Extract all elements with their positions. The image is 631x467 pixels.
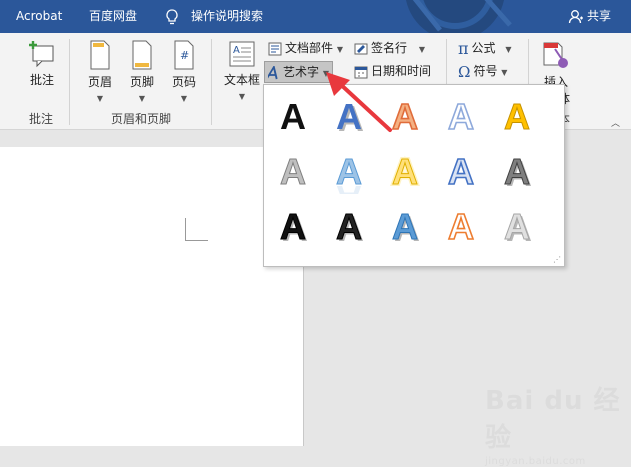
resize-grip-icon[interactable]: ⋰ <box>553 255 561 264</box>
comment-label: 批注 <box>29 73 54 87</box>
svg-text:A: A <box>448 206 474 247</box>
footer-button[interactable]: 页脚 ▼ <box>122 39 162 104</box>
collapse-ribbon-icon[interactable]: ︿ <box>611 116 620 129</box>
symbol-label: 符号 <box>473 64 498 78</box>
insert-object-icon <box>543 42 568 68</box>
svg-text:A: A <box>504 96 530 137</box>
textbox-label: 文本框 <box>223 73 260 87</box>
watermark: Bai du 经验 jingyan.baidu.com <box>485 380 631 467</box>
wordart-style-10[interactable]: AA <box>494 148 540 195</box>
wordart-label: 艺术字 <box>283 65 320 79</box>
insert-object-button[interactable]: 插入 <box>538 39 574 90</box>
page-number-icon: # <box>174 40 194 70</box>
wordart-style-8[interactable]: AA <box>382 148 428 194</box>
header-icon <box>90 40 110 70</box>
person-icon <box>568 10 583 24</box>
svg-text:A: A <box>392 151 418 192</box>
lightbulb-icon <box>166 9 178 25</box>
svg-text:A: A <box>280 151 306 192</box>
title-bar: Acrobat 百度网盘 操作说明搜索 共享 <box>0 0 631 33</box>
annotation-arrow <box>326 72 392 132</box>
chevron-down-icon: ▼ <box>501 68 508 77</box>
tab-acrobat[interactable]: Acrobat <box>16 0 62 33</box>
wordart-gallery: ⋰ AAAAAAAAAAAAAAAAAAAAAAA <box>263 84 565 267</box>
group-label-header-footer: 页眉和页脚 <box>111 112 172 126</box>
group-separator <box>69 39 70 125</box>
page-number-label: 页码 <box>171 75 196 89</box>
quick-parts-icon <box>268 42 282 55</box>
chevron-down-icon: ▼ <box>138 94 146 103</box>
wordart-style-14[interactable]: A <box>438 203 484 249</box>
header-button[interactable]: 页眉 ▼ <box>80 39 120 104</box>
wordart-style-6[interactable]: A <box>270 148 316 194</box>
signature-line-button[interactable]: 签名行 ▼ <box>351 38 428 58</box>
tab-baidu-netdisk[interactable]: 百度网盘 <box>89 0 137 33</box>
page-number-button[interactable]: # 页码 ▼ <box>164 39 204 104</box>
svg-text:#: # <box>180 49 189 62</box>
chevron-down-icon: ▼ <box>96 94 104 103</box>
title-bar-decoration <box>406 0 512 33</box>
wordart-style-12[interactable]: AA <box>326 203 372 250</box>
chevron-down-icon: ▼ <box>180 94 188 103</box>
svg-text:A: A <box>448 151 474 192</box>
svg-text:A: A <box>280 206 306 247</box>
footer-icon <box>132 40 152 70</box>
pi-icon: π <box>458 38 469 58</box>
group-separator <box>211 39 212 125</box>
signature-icon <box>354 43 368 54</box>
wordart-style-13[interactable]: AA <box>382 203 428 250</box>
equation-button[interactable]: π 公式 ▼ <box>455 38 515 58</box>
quick-parts-label: 文档部件 <box>285 41 334 55</box>
header-label: 页眉 <box>87 75 112 89</box>
quick-parts-button[interactable]: 文档部件 ▼ <box>265 38 346 58</box>
omega-icon: Ω <box>458 62 471 81</box>
watermark-url: jingyan.baidu.com <box>485 456 586 467</box>
chevron-down-icon: ▼ <box>336 45 343 54</box>
chevron-down-icon: ▼ <box>505 45 512 54</box>
svg-text:A: A <box>280 96 306 137</box>
document-page[interactable] <box>0 147 304 446</box>
footer-label: 页脚 <box>129 75 154 89</box>
svg-text:A: A <box>336 151 362 192</box>
wordart-style-5[interactable]: A <box>494 93 540 139</box>
symbol-button[interactable]: Ω 符号 ▼ <box>455 61 510 81</box>
comment-icon <box>29 41 54 68</box>
wordart-icon <box>268 65 278 79</box>
signature-line-label: 签名行 <box>371 41 408 55</box>
wordart-style-15[interactable]: AA <box>494 203 540 250</box>
group-label-comments: 批注 <box>29 112 54 126</box>
wordart-style-7[interactable]: AA <box>326 148 372 195</box>
chevron-down-icon: ▼ <box>418 45 425 54</box>
wordart-style-1[interactable]: A <box>270 93 316 139</box>
svg-text:A: A <box>504 151 530 192</box>
svg-text:A: A <box>392 206 418 247</box>
wordart-style-9[interactable]: A <box>438 148 484 194</box>
wordart-style-4[interactable]: A <box>438 93 484 139</box>
svg-text:A: A <box>233 45 240 56</box>
wordart-style-11[interactable]: AA <box>270 203 316 250</box>
tell-me-search[interactable]: 操作说明搜索 <box>191 0 263 33</box>
svg-text:A: A <box>336 206 362 247</box>
svg-text:A: A <box>448 96 474 137</box>
textbox-button[interactable]: A 文本框 ▼ <box>220 39 264 102</box>
comment-button[interactable]: 批注 <box>20 39 64 88</box>
equation-label: 公式 <box>471 41 496 55</box>
chevron-down-icon: ▼ <box>238 92 246 101</box>
textbox-icon: A <box>229 41 255 67</box>
share-button[interactable]: 共享 <box>587 0 611 33</box>
watermark-logo: Bai du 经验 <box>485 386 621 453</box>
svg-text:A: A <box>504 206 530 247</box>
margin-marker <box>185 218 208 241</box>
